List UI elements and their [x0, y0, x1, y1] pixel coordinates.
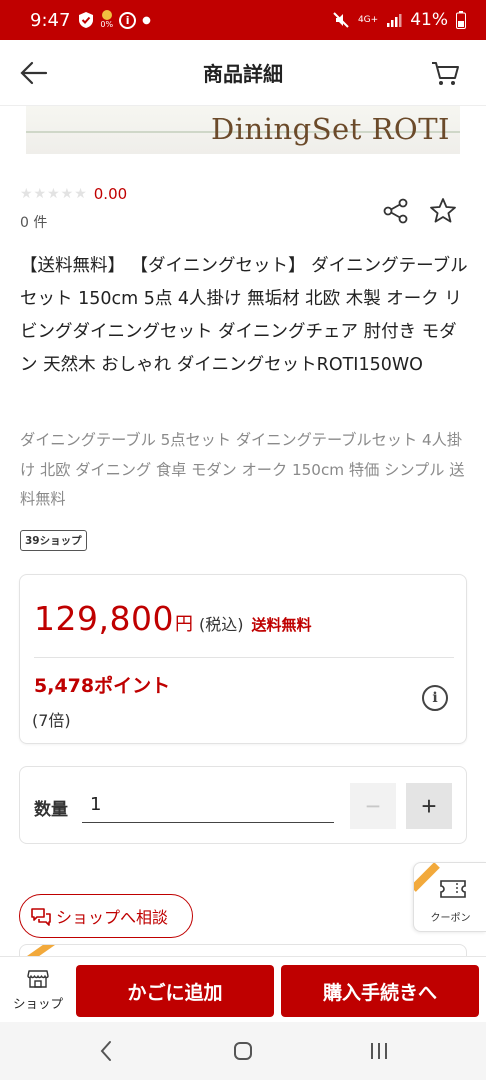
coupon-label: クーポン — [430, 913, 471, 924]
app-header: 商品詳細 — [0, 40, 486, 106]
review-count[interactable]: 0 件 — [20, 212, 47, 232]
page-title: 商品詳細 — [203, 62, 283, 86]
tax-label: (税込) — [198, 615, 244, 634]
quantity-plus-button[interactable]: + — [406, 783, 452, 829]
shop-button[interactable]: ショップ — [0, 957, 76, 1023]
nav-back-icon[interactable] — [94, 1038, 120, 1064]
back-arrow-icon[interactable] — [18, 58, 48, 88]
rating-score: 0.00 — [93, 185, 128, 203]
shield-check-icon — [79, 12, 94, 28]
info-icon[interactable]: i — [422, 685, 448, 711]
points: 5,478ポイント — [34, 675, 171, 697]
quantity-label: 数量 — [34, 800, 68, 820]
checkout-button[interactable]: 購入手続きへ — [281, 965, 479, 1017]
system-nav-bar — [0, 1022, 486, 1080]
product-image[interactable]: DiningSet ROTI — [26, 106, 460, 154]
product-title: 【送料無料】 【ダイニングセット】 ダイニングテーブルセット 150cm 5点 … — [20, 256, 468, 375]
status-bar: 9:47 0% i ● 4G+ 41% — [0, 0, 486, 40]
shop-icon — [27, 969, 49, 988]
mute-icon — [333, 12, 349, 28]
brand-logo-text: DiningSet ROTI — [210, 112, 450, 146]
coupon-tab[interactable]: クーポン — [413, 862, 486, 932]
signal-icon — [387, 14, 402, 27]
rating[interactable]: ★★★★★ 0.00 — [20, 185, 127, 203]
quantity-minus-button[interactable]: − — [350, 783, 396, 829]
quantity-card: 数量 − + — [19, 766, 467, 844]
ticket-icon — [440, 880, 466, 898]
nav-home-icon[interactable] — [230, 1038, 256, 1064]
chat-icon — [31, 908, 51, 926]
price-row: 129,800 円 (税込) 送料無料 — [34, 599, 311, 638]
battery-icon — [456, 11, 466, 29]
status-icons-right: 4G+ 41% — [332, 10, 466, 30]
star-icon[interactable] — [428, 196, 458, 226]
shop-badge: 39ショップ — [20, 530, 87, 551]
consult-label: ショップへ相談 — [56, 908, 169, 927]
info-notification-icon: i — [119, 11, 137, 29]
status-icons-left: 0% i ● — [78, 10, 151, 30]
divider — [34, 657, 454, 658]
add-to-cart-button[interactable]: かごに追加 — [76, 965, 274, 1017]
rating-stars: ★★★★★ — [20, 186, 88, 202]
cart-icon[interactable] — [430, 58, 460, 88]
quantity-input[interactable] — [82, 787, 334, 823]
price-currency: 円 — [174, 614, 193, 635]
product-subtitle: ダイニングテーブル 5点セット ダイニングテーブルセット 4人掛け 北欧 ダイニ… — [20, 431, 465, 508]
share-icon[interactable] — [381, 196, 411, 226]
price-card: 129,800 円 (税込) 送料無料 5,478ポイント (7倍) i — [19, 574, 467, 744]
ribbon-decoration — [414, 863, 440, 892]
clock: 9:47 — [30, 9, 71, 31]
nav-recent-apps-icon[interactable] — [366, 1038, 392, 1064]
network-type: 4G+ — [357, 14, 379, 25]
consult-shop-button[interactable]: ショップへ相談 — [19, 894, 193, 938]
app-notification-icon: 0% — [100, 10, 113, 30]
dot-icon: ● — [142, 14, 151, 26]
free-shipping-label: 送料無料 — [251, 616, 312, 634]
battery-percent: 41% — [410, 10, 448, 30]
price: 129,800 — [34, 599, 174, 638]
points-multiplier: (7倍) — [32, 711, 71, 730]
action-bar: ショップ かごに追加 購入手続きへ — [0, 956, 486, 1022]
shop-label: ショップ — [12, 995, 63, 1011]
